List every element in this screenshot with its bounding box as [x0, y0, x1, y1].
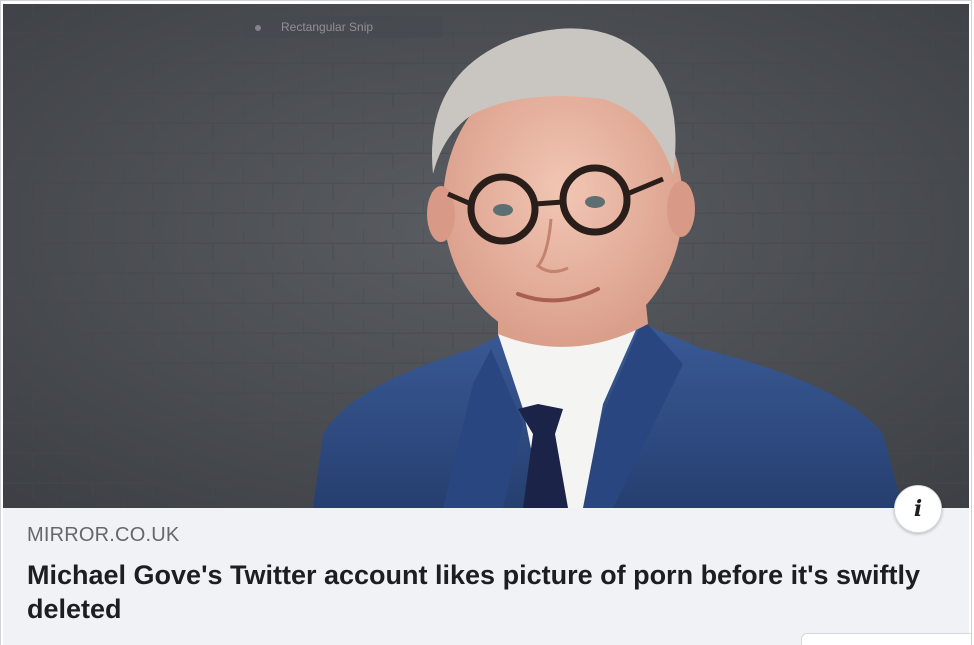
article-photo: [3, 4, 969, 508]
source-domain: MIRROR.CO.UK: [27, 524, 180, 546]
rectangular-snip-label: Rectangular Snip: [243, 16, 443, 38]
snip-label-text: Rectangular Snip: [281, 20, 374, 34]
info-button[interactable]: i: [894, 485, 942, 533]
info-icon: i: [913, 496, 923, 522]
article-headline[interactable]: Michael Gove's Twitter account likes pic…: [27, 558, 927, 626]
adjacent-panel-corner: [801, 633, 971, 645]
link-preview-meta[interactable]: MIRROR.CO.UK Michael Gove's Twitter acco…: [3, 508, 969, 645]
link-preview-card[interactable]: Rectangular Snip i MIRROR.CO.UK Michael …: [0, 0, 972, 645]
article-image[interactable]: Rectangular Snip: [3, 4, 969, 508]
snip-dot-icon: [255, 24, 261, 31]
